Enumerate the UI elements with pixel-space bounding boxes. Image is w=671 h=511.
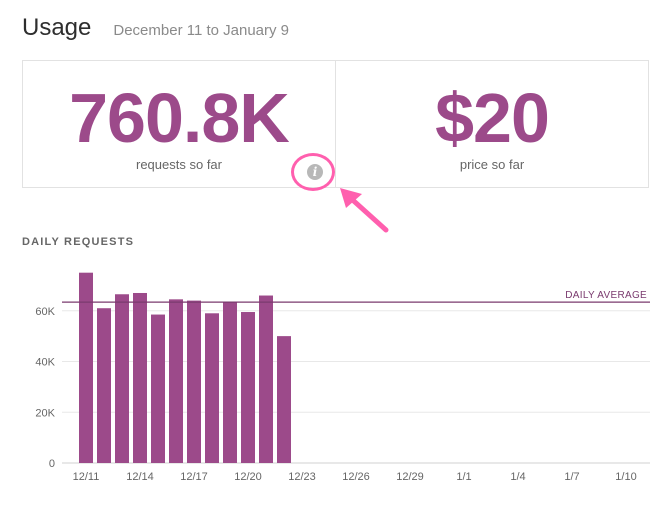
page-header: Usage December 11 to January 9 xyxy=(22,14,289,50)
x-tick-label: 12/17 xyxy=(180,471,208,483)
requests-label: requests so far xyxy=(136,157,222,172)
bar xyxy=(223,301,237,463)
price-label: price so far xyxy=(459,157,525,172)
date-range: December 11 to January 9 xyxy=(113,22,290,39)
requests-value: 760.8K xyxy=(69,79,290,157)
x-tick-label: 12/23 xyxy=(288,471,316,483)
x-tick-label: 12/11 xyxy=(73,471,100,483)
bar xyxy=(277,336,291,463)
requests-stat: 760.8K requests so far xyxy=(23,61,335,187)
bar xyxy=(241,312,255,463)
x-tick-label: 1/1 xyxy=(456,471,471,483)
y-tick-label: 20K xyxy=(35,407,55,419)
y-tick-label: 0 xyxy=(49,458,55,470)
price-stat: $20 price so far xyxy=(335,61,648,187)
y-tick-label: 60K xyxy=(35,306,55,318)
info-icon[interactable]: i xyxy=(307,164,323,180)
usage-stats-panel: 760.8K requests so far $20 price so far xyxy=(22,60,649,188)
daily-average-label: DAILY AVERAGE xyxy=(565,290,647,301)
page-title: Usage xyxy=(22,14,92,41)
x-tick-label: 12/29 xyxy=(396,471,424,483)
x-tick-label: 1/4 xyxy=(510,471,525,483)
price-value: $20 xyxy=(435,79,550,157)
pointer-arrow-icon xyxy=(340,188,389,233)
bar xyxy=(133,292,147,463)
daily-requests-chart: 0 20K 40K 60K DAILY AVERAGE 12/11 12/14 12/17 12… xyxy=(35,272,650,483)
bar xyxy=(97,308,111,463)
bar xyxy=(205,313,219,463)
bar xyxy=(187,300,201,463)
y-tick-label: 40K xyxy=(35,357,55,369)
x-tick-label: 1/7 xyxy=(564,471,579,483)
bar xyxy=(151,314,165,463)
bar xyxy=(79,272,93,463)
x-tick-label: 12/26 xyxy=(342,471,370,483)
bar xyxy=(115,294,129,463)
x-tick-label: 12/14 xyxy=(126,471,154,483)
bar xyxy=(169,299,183,463)
x-tick-label: 1/10 xyxy=(615,471,636,483)
section-title: DAILY REQUESTS xyxy=(22,236,135,248)
x-tick-label: 12/20 xyxy=(234,471,262,483)
bar xyxy=(259,295,273,463)
